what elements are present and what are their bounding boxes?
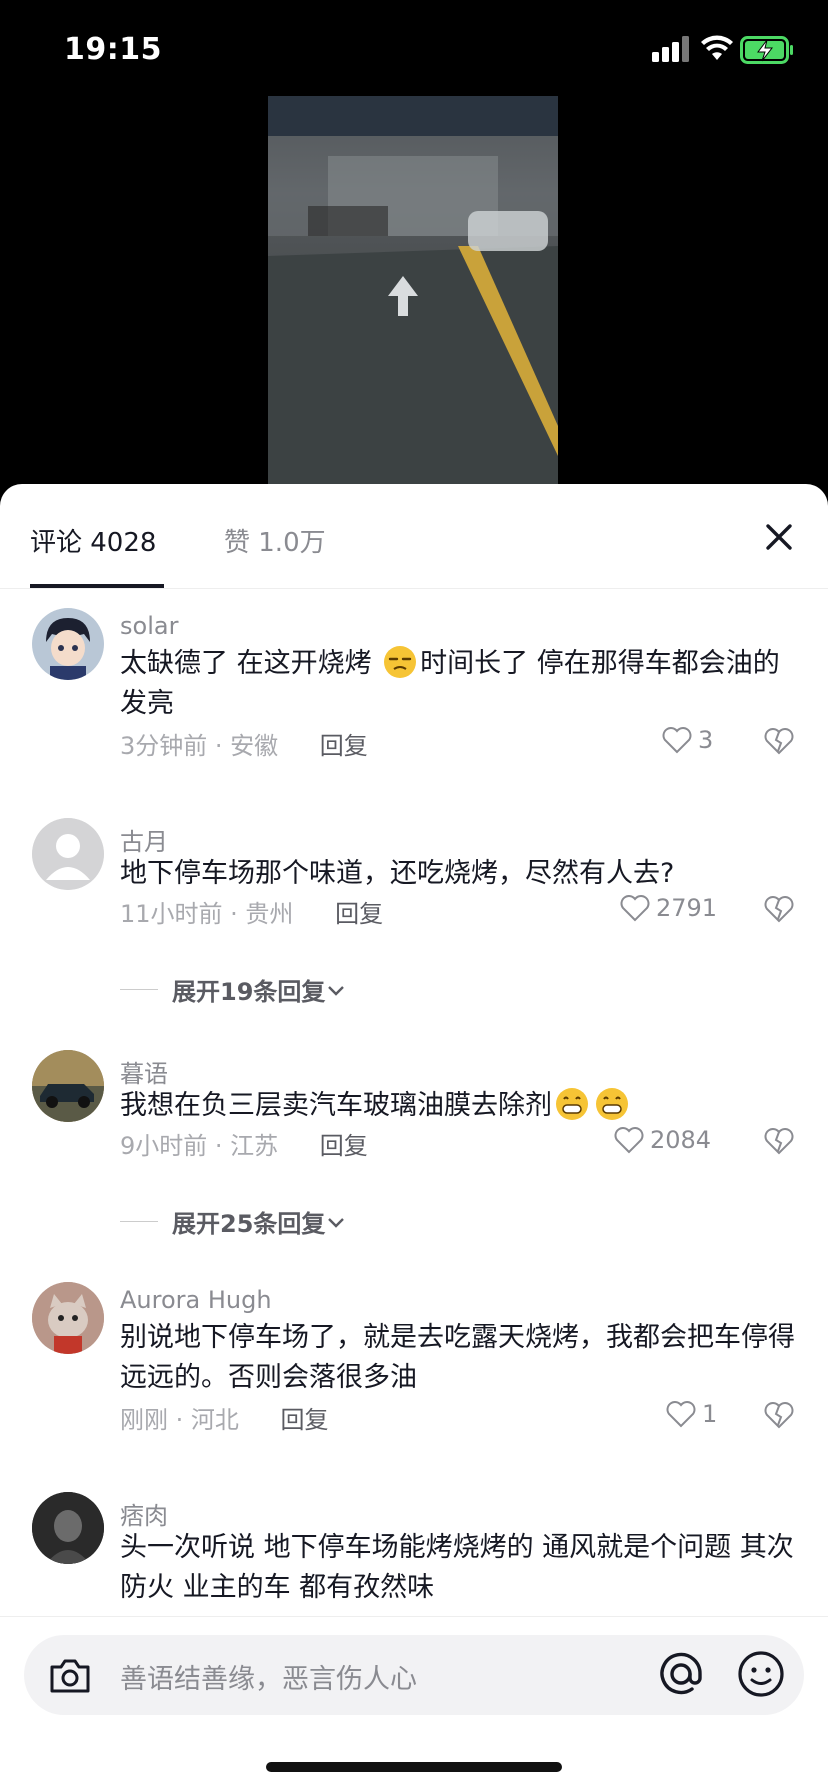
close-icon[interactable] — [760, 518, 798, 556]
dislike-icon[interactable] — [764, 894, 794, 924]
comment-username[interactable]: 古月 — [120, 822, 168, 857]
heart-icon — [620, 895, 650, 922]
comment-text: 太缺德了 在这开烧烤 时间长了 停在那得车都会油的发亮 — [120, 644, 800, 724]
default-avatar-image — [32, 818, 104, 890]
like-count: 3 — [698, 726, 714, 754]
divider-line — [120, 1221, 158, 1222]
divider-line — [120, 989, 158, 990]
avatar[interactable] — [32, 1492, 104, 1564]
dislike-icon[interactable] — [764, 726, 794, 756]
comment-time-location: 11小时前 · 贵州 — [120, 900, 294, 928]
tab-comments[interactable]: 评论 4028 — [30, 522, 156, 559]
chevron-down-icon — [328, 985, 345, 996]
comment-meta: 3分钟前 · 安徽 回复 — [120, 726, 368, 761]
comment-tabs: 评论 4028 赞 1.0万 — [0, 484, 828, 589]
reply-button[interactable]: 回复 — [281, 1406, 329, 1434]
comment-time-location: 9小时前 · 江苏 — [120, 1132, 279, 1160]
avatar[interactable] — [32, 818, 104, 890]
car-avatar-image — [32, 1050, 104, 1122]
like-button[interactable]: 2791 — [620, 894, 717, 922]
reply-button[interactable]: 回复 — [320, 732, 368, 760]
like-button[interactable]: 2084 — [614, 1126, 711, 1154]
comment-text: 地下停车场那个味道，还吃烧烤，尽然有人去? — [120, 858, 675, 889]
status-time: 19:15 — [64, 32, 162, 67]
grin-emoji-icon — [556, 1088, 588, 1120]
camera-icon[interactable] — [48, 1655, 92, 1695]
grin-emoji-icon — [596, 1088, 628, 1120]
avatar[interactable] — [32, 1282, 104, 1354]
comment-meta: 11小时前 · 贵州 回复 — [120, 894, 383, 929]
reply-button[interactable]: 回复 — [320, 1132, 368, 1160]
dark-avatar-image — [32, 1492, 104, 1564]
comment-sheet: 评论 4028 赞 1.0万 solar 太缺德了 在这开烧烤 时间长了 停在那… — [0, 484, 828, 1792]
wifi-icon — [701, 35, 733, 60]
reply-button[interactable]: 回复 — [335, 900, 383, 928]
like-count: 1 — [702, 1400, 718, 1428]
home-indicator[interactable] — [266, 1762, 562, 1772]
emoji-icon[interactable] — [736, 1649, 786, 1699]
dislike-icon[interactable] — [764, 1400, 794, 1430]
smirk-emoji-icon — [384, 646, 417, 678]
expand-replies-button[interactable]: 展开19条回复 — [120, 972, 347, 1007]
heart-icon — [614, 1127, 644, 1154]
expand-replies-label: 展开19条回复 — [172, 978, 326, 1006]
comment-input-bar: 善语结善缘，恶言伤人心 — [0, 1616, 828, 1737]
avatar[interactable] — [32, 608, 104, 680]
dislike-icon[interactable] — [764, 1126, 794, 1156]
status-bar: 19:15 — [0, 0, 828, 100]
battery-charging-icon — [740, 36, 793, 64]
chevron-down-icon — [328, 1217, 345, 1228]
heart-icon — [666, 1401, 696, 1428]
expand-replies-button[interactable]: 展开25条回复 — [120, 1204, 347, 1239]
at-icon[interactable] — [654, 1647, 708, 1701]
comment-meta: 刚刚 · 河北 回复 — [120, 1400, 329, 1435]
anime-avatar-image — [32, 608, 104, 680]
cat-avatar-image — [32, 1282, 104, 1354]
active-tab-indicator — [30, 584, 164, 588]
cellular-signal-icon — [652, 36, 689, 62]
comment-username[interactable]: 痞肉 — [120, 1496, 168, 1531]
comment-text: 头一次听说 地下停车场能烤烧烤的 通风就是个问题 其次防火 业主的车 都有孜然味 — [120, 1532, 794, 1603]
comment-username[interactable]: 暮语 — [120, 1054, 168, 1089]
like-button[interactable]: 1 — [666, 1400, 717, 1428]
video-frame-image — [268, 96, 558, 486]
comment-text: 我想在负三层卖汽车玻璃油膜去除剂 — [120, 1086, 800, 1126]
comment-input[interactable]: 善语结善缘，恶言伤人心 — [24, 1635, 804, 1715]
comment-time-location: 刚刚 · 河北 — [120, 1406, 239, 1434]
video-player[interactable] — [268, 96, 558, 486]
like-count: 2791 — [656, 894, 718, 922]
comment-text-part: 太缺德了 在这开烧烤 — [120, 648, 381, 679]
like-button[interactable]: 3 — [662, 726, 713, 754]
like-count: 2084 — [650, 1126, 712, 1154]
heart-icon — [662, 727, 692, 754]
comment-username[interactable]: Aurora Hugh — [120, 1286, 272, 1314]
avatar[interactable] — [32, 1050, 104, 1122]
tab-likes[interactable]: 赞 1.0万 — [224, 522, 326, 559]
comment-username[interactable]: solar — [120, 612, 178, 640]
comment-text-part: 我想在负三层卖汽车玻璃油膜去除剂 — [120, 1090, 552, 1121]
comment-meta: 9小时前 · 江苏 回复 — [120, 1126, 368, 1161]
comment-text: 别说地下停车场了，就是去吃露天烧烤，我都会把车停得远远的。否则会落很多油 — [120, 1322, 795, 1393]
comment-time-location: 3分钟前 · 安徽 — [120, 732, 279, 760]
comment-input-placeholder: 善语结善缘，恶言伤人心 — [120, 1664, 417, 1695]
expand-replies-label: 展开25条回复 — [172, 1210, 326, 1238]
